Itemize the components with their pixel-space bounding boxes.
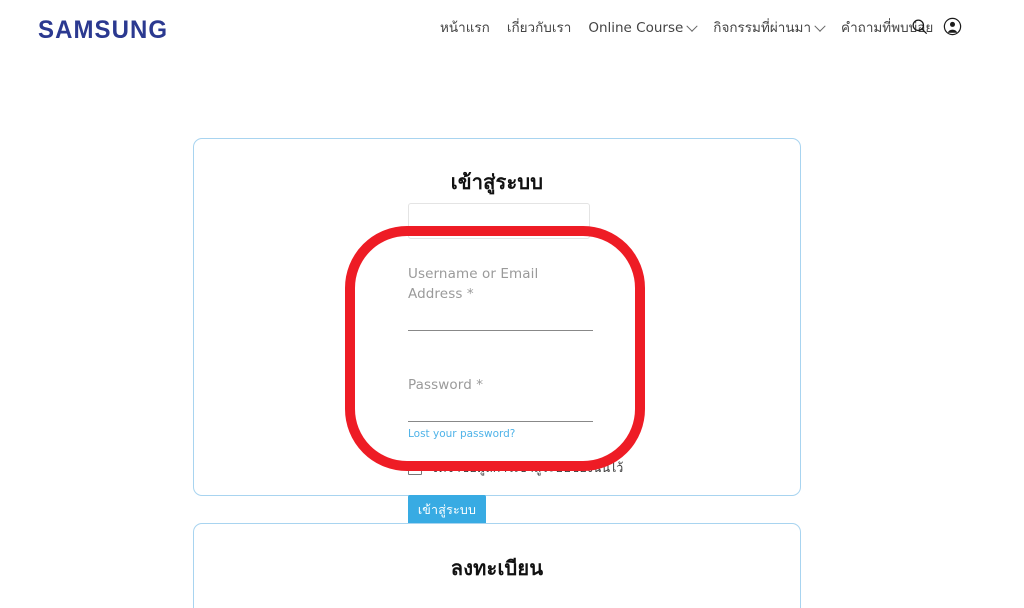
search-icon[interactable] [911,18,928,35]
nav-item-online-course[interactable]: Online Course [588,20,698,37]
nav-item-past-activities[interactable]: กิจกรรมที่ผ่านมา [713,20,826,37]
nav-item-home-label: หน้าแรก [440,20,490,37]
login-card: เข้าสู่ระบบ Username or Email Address * … [193,138,801,525]
login-title: เข้าสู่ระบบ [450,170,544,194]
login-notice-box [408,203,590,239]
username-underline [408,330,593,331]
header-icon-group [911,17,962,36]
chevron-down-icon [686,20,698,32]
password-underline [408,421,593,422]
chevron-down-icon [814,20,826,32]
nav-item-home[interactable]: หน้าแรก [440,22,490,36]
remember-me-label: จดจำข้อมูลการเข้าสู่ระบบของฉันไว้ [431,459,624,475]
form-spacer [408,331,593,375]
nav-item-about-us[interactable]: เกี่ยวกับเรา [507,22,571,36]
samsung-logo[interactable]: SAMSUNG [38,16,168,45]
nav-item-online-course-label: Online Course [588,20,684,37]
main-navigation: หน้าแรก เกี่ยวกับเรา Online Course กิจกร… [440,16,933,42]
password-field-group: Password * [408,375,593,422]
nav-item-past-activities-label: กิจกรรมที่ผ่านมา [713,20,812,37]
password-input[interactable] [408,399,593,413]
nav-item-about-us-label: เกี่ยวกับเรา [506,20,572,37]
username-field-group: Username or Email Address * [408,264,593,331]
register-title: ลงทะเบียน [450,556,544,580]
password-label: Password * [408,377,484,393]
username-label: Username or Email Address * [408,266,539,302]
login-submit-button[interactable]: เข้าสู่ระบบ [408,495,486,525]
account-icon[interactable] [943,17,962,36]
remember-me-row: จดจำข้อมูลการเข้าสู่ระบบของฉันไว้ [408,461,623,475]
register-card: ลงทะเบียน First Name * กรุณาใช้ภาษาอังกฤ… [193,523,801,608]
login-form: Username or Email Address * Password * L… [408,264,623,525]
site-header: SAMSUNG หน้าแรก เกี่ยวกับเรา Online Cour… [0,0,1024,58]
remember-me-checkbox[interactable] [408,461,422,475]
username-input[interactable] [408,308,593,322]
lost-password-link[interactable]: Lost your password? [408,428,515,440]
